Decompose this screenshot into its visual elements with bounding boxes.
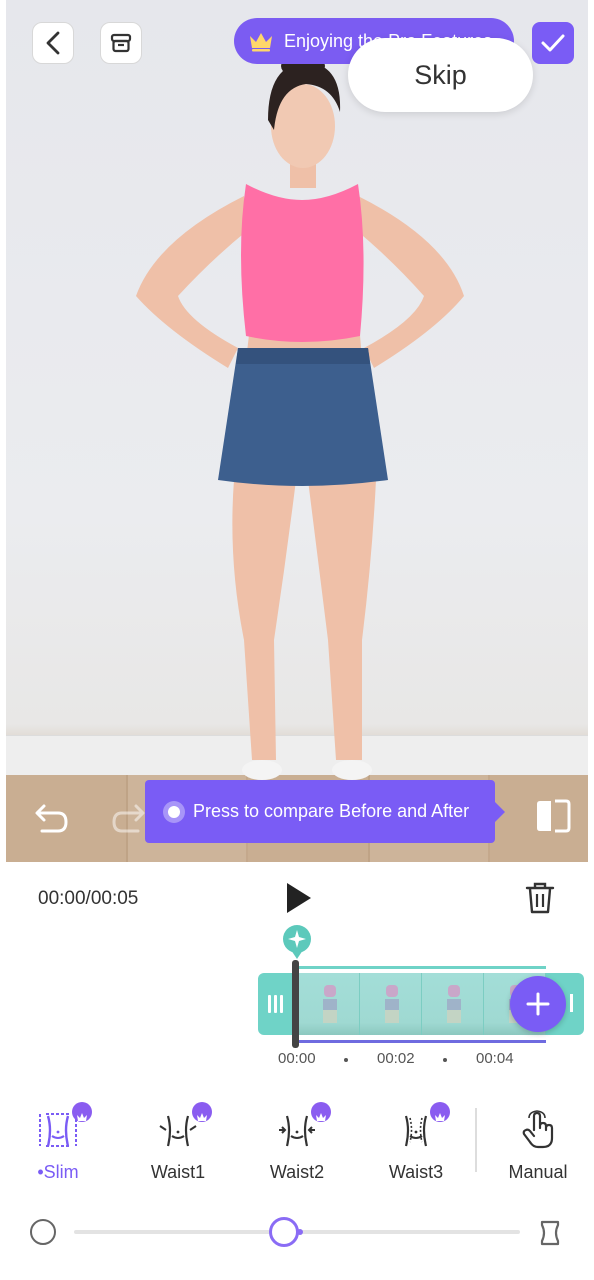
track-top-line — [298, 966, 546, 969]
trash-icon[interactable] — [522, 880, 558, 916]
tick-dot — [443, 1058, 447, 1062]
tool-waist1[interactable]: Waist1 — [128, 1100, 228, 1190]
compare-hint-tooltip: Press to compare Before and After — [145, 780, 505, 843]
pro-crown-icon — [311, 1102, 331, 1122]
pro-crown-icon — [72, 1102, 92, 1122]
tool-label: •Slim — [37, 1162, 79, 1182]
intensity-max-icon — [540, 1220, 560, 1246]
tick-label: 00:02 — [377, 1050, 415, 1067]
add-clip-button[interactable] — [510, 976, 566, 1032]
track-thumbnails — [298, 973, 546, 1035]
photo-preview[interactable]: Enjoying the Pro Features Skip Press to … — [6, 0, 588, 862]
person-figure — [136, 54, 464, 780]
video-thumbnail — [360, 973, 422, 1035]
playback-time: 00:00/00:05 — [38, 888, 139, 909]
tool-label: Waist3 — [388, 1162, 444, 1182]
tool-label: Waist2 — [269, 1162, 325, 1182]
crown-icon — [250, 33, 272, 52]
tool-waist2[interactable]: Waist2 — [247, 1100, 347, 1190]
redo-icon[interactable] — [108, 796, 148, 836]
video-thumbnail — [298, 973, 360, 1035]
tool-divider — [475, 1108, 477, 1172]
skip-button[interactable]: Skip — [348, 38, 533, 112]
timeline-ruler: 00:00 00:02 00:04 — [276, 1050, 546, 1070]
intensity-slider-knob[interactable] — [268, 1217, 303, 1247]
tick-label: 00:04 — [476, 1050, 514, 1067]
chevron-left-icon — [46, 31, 60, 55]
pro-crown-icon — [192, 1102, 212, 1122]
tick-label: 00:00 — [278, 1050, 316, 1067]
confirm-button[interactable] — [532, 22, 574, 64]
plus-icon — [526, 992, 550, 1016]
undo-icon[interactable] — [32, 796, 72, 836]
video-thumbnail — [422, 973, 484, 1035]
track-bottom-line — [298, 1040, 546, 1043]
play-icon[interactable] — [282, 880, 316, 916]
playhead[interactable] — [292, 960, 299, 1048]
trim-handle-left[interactable] — [268, 995, 284, 1015]
trim-handle-right[interactable] — [570, 994, 573, 1012]
hand-pointer-icon — [522, 1110, 554, 1149]
back-button[interactable] — [32, 22, 74, 64]
dot-icon — [163, 800, 185, 823]
intensity-min-icon — [30, 1219, 56, 1245]
tool-label: Waist1 — [150, 1162, 206, 1182]
compare-hint-text: Press to compare Before and After — [193, 801, 470, 821]
keyframe-marker-icon[interactable] — [282, 924, 312, 960]
archive-icon — [110, 33, 132, 53]
tool-slim[interactable]: •Slim — [8, 1100, 108, 1190]
compare-before-after-icon[interactable] — [534, 797, 572, 835]
archive-button[interactable] — [100, 22, 142, 64]
checkmark-icon — [541, 34, 565, 52]
tool-waist3[interactable]: Waist3 — [366, 1100, 466, 1190]
pro-crown-icon — [430, 1102, 450, 1122]
tool-manual[interactable]: Manual — [488, 1100, 588, 1190]
tick-dot — [344, 1058, 348, 1062]
tool-label: Manual — [508, 1162, 568, 1182]
